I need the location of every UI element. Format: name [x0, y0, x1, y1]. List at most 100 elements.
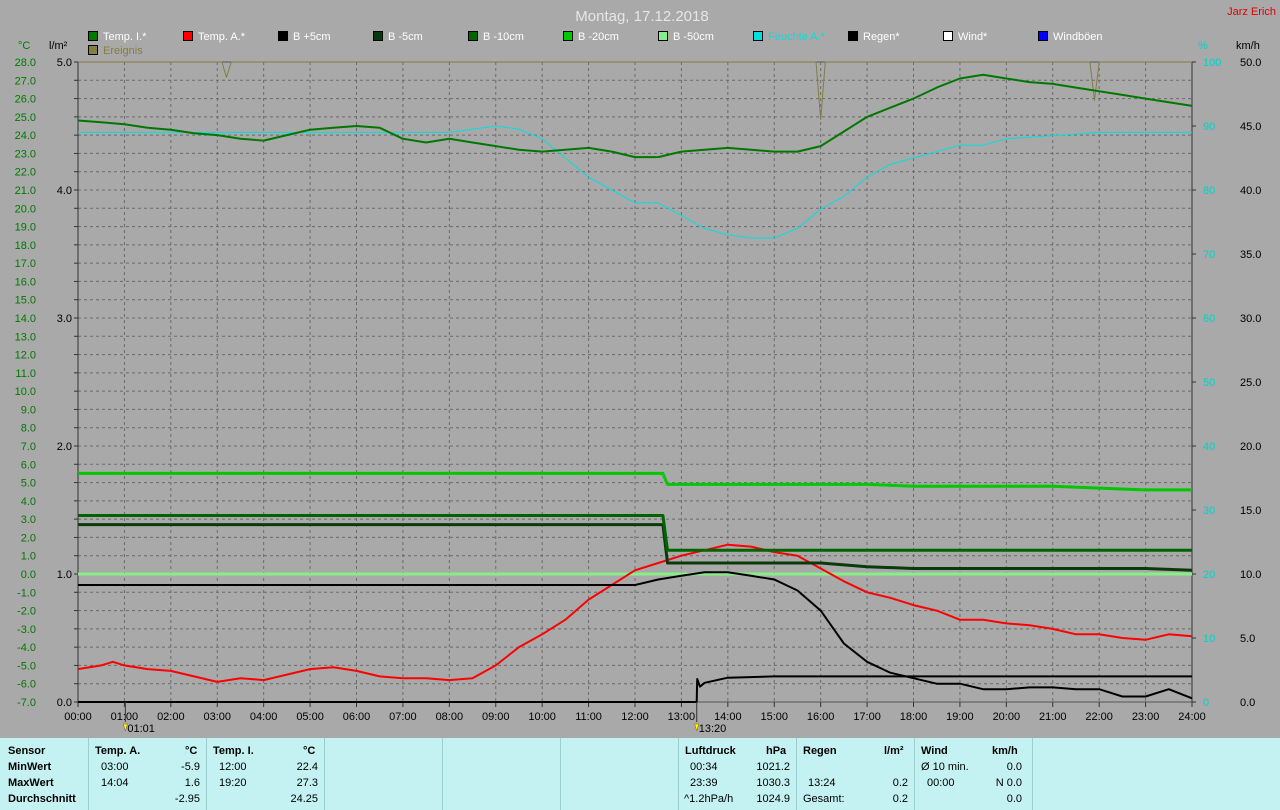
row-label-avg: Durchschnitt: [8, 793, 76, 805]
legend-swatch: [183, 31, 193, 41]
x-tick-label: 22:00: [1085, 711, 1113, 723]
x-tick-label: 09:00: [482, 711, 510, 723]
weather-chart: Montag, 17.12.2018 00:00 01:00 02:00 03:00 0…: [15, 8, 1262, 735]
temp-tick-label: 13.0: [15, 331, 36, 343]
temp-i-min-time: 12:00: [219, 761, 247, 773]
humidity-tick-label: 80: [1203, 185, 1215, 197]
temp-a-max-val: 1.6: [184, 777, 200, 789]
wind-tick-label: 20.0: [1240, 441, 1261, 453]
x-tick-label: 08:00: [436, 711, 464, 723]
legend-label: Temp. I.*: [103, 31, 147, 43]
temp-tick-label: 5.0: [21, 478, 36, 490]
temp-tick-label: 19.0: [15, 222, 36, 234]
x-tick-label: 23:00: [1132, 711, 1160, 723]
temp-tick-label: 21.0: [15, 185, 36, 197]
temp-tick-label: 12.0: [15, 350, 36, 362]
row-label-min: MinWert: [8, 761, 52, 773]
temp-a-max-time: 14:04: [101, 777, 129, 789]
temp-tick-label: 7.0: [21, 441, 36, 453]
rain-tick-label: 4.0: [57, 185, 72, 197]
event-marker-label: 01:01: [127, 723, 155, 735]
x-tick-label: 16:00: [807, 711, 835, 723]
temp-tick-label: 24.0: [15, 130, 36, 142]
wind-tick-label: 5.0: [1240, 633, 1255, 645]
humidity-tick-label: 40: [1203, 441, 1215, 453]
legend-swatch: [278, 31, 288, 41]
x-tick-label: 07:00: [389, 711, 417, 723]
temp-tick-label: 10.0: [15, 386, 36, 398]
rain-tick-label: 5.0: [57, 57, 72, 69]
temp-tick-label: 0.0: [21, 569, 36, 581]
pressure-min-val: 1021.2: [756, 761, 790, 773]
temp-i-min-val: 22.4: [296, 761, 318, 773]
temp-tick-label: 11.0: [15, 368, 36, 380]
statistics-panel: Sensor MinWert MaxWert Durchschnitt Temp…: [0, 738, 1280, 810]
temp-tick-label: -2.0: [17, 606, 36, 618]
temp-i-unit: °C: [303, 745, 316, 757]
legend-label: B -50cm: [673, 31, 714, 43]
x-tick-label: 18:00: [900, 711, 928, 723]
legend-swatch: [373, 31, 383, 41]
temp-a-min-val: -5.9: [181, 761, 200, 773]
temp-i-avg: 24.25: [290, 793, 318, 805]
legend-label: Feuchte A.*: [768, 31, 825, 43]
rain-tick-label: 3.0: [57, 313, 72, 325]
pressure-trend: ^1.2hPa/h: [684, 793, 734, 805]
x-tick-label: 24:00: [1178, 711, 1206, 723]
legend-item: Windböen: [1038, 31, 1103, 43]
legend-label: Regen*: [863, 31, 900, 43]
x-tick-label: 11:00: [575, 711, 602, 723]
temp-tick-label: 25.0: [15, 112, 36, 124]
wind-tick-label: 40.0: [1240, 185, 1261, 197]
unit-humidity: %: [1198, 40, 1208, 52]
rain-unit: l/m²: [884, 745, 904, 757]
wind-tick-label: 35.0: [1240, 249, 1261, 261]
wind-tick-label: 50.0: [1240, 57, 1261, 69]
humidity-tick-label: 0: [1203, 697, 1209, 709]
x-tick-label: 03:00: [203, 711, 231, 723]
temp-tick-label: 26.0: [15, 94, 36, 106]
humidity-tick-label: 20: [1203, 569, 1215, 581]
temp-tick-label: 17.0: [15, 258, 36, 270]
temp-tick-label: 27.0: [15, 75, 36, 87]
legend-label: Ereignis: [103, 45, 143, 57]
unit-rain: l/m²: [49, 40, 68, 52]
pressure-max-time: 23:39: [690, 777, 718, 789]
wind-header: Wind: [921, 745, 948, 757]
humidity-tick-label: 50: [1203, 377, 1215, 389]
legend-swatch: [753, 31, 763, 41]
temp-tick-label: 2.0: [21, 532, 36, 544]
legend-swatch: [563, 31, 573, 41]
temp-tick-label: 9.0: [21, 404, 36, 416]
rain-tick-label: 1.0: [57, 569, 72, 581]
legend-swatch: [943, 31, 953, 41]
rain-tick-label: 0.0: [57, 697, 72, 709]
pressure-max-val: 1030.3: [756, 777, 790, 789]
sensor-header: Sensor: [8, 745, 46, 757]
temp-i-max-time: 19:20: [219, 777, 247, 789]
temp-tick-label: 1.0: [21, 551, 36, 563]
legend-swatch: [1038, 31, 1048, 41]
legend-item: Temp. I.*: [88, 31, 146, 43]
wind-avg-label: Ø 10 min.: [921, 761, 969, 773]
x-tick-label: 06:00: [343, 711, 371, 723]
legend-item: Feuchte A.*: [753, 31, 825, 43]
wind-tick-label: 30.0: [1240, 313, 1261, 325]
legend-swatch: [88, 31, 98, 41]
humidity-tick-label: 60: [1203, 313, 1215, 325]
temp-tick-label: -1.0: [17, 587, 36, 599]
x-tick-label: 21:00: [1039, 711, 1067, 723]
x-tick-label: 10:00: [528, 711, 556, 723]
legend-item: B +5cm: [278, 31, 331, 43]
wind-tick-label: 10.0: [1240, 569, 1261, 581]
wind-dir-val: N 0.0: [995, 777, 1022, 789]
wind-avg-val: 0.0: [1006, 761, 1022, 773]
temp-i-header: Temp. I.: [213, 745, 254, 757]
temp-a-avg: -2.95: [174, 793, 200, 805]
x-tick-label: 04:00: [250, 711, 278, 723]
temp-tick-label: 20.0: [15, 203, 36, 215]
x-tick-label: 05:00: [296, 711, 324, 723]
rain-val: 0.2: [892, 777, 908, 789]
temp-tick-label: 23.0: [15, 148, 36, 160]
x-tick-label: 02:00: [157, 711, 185, 723]
